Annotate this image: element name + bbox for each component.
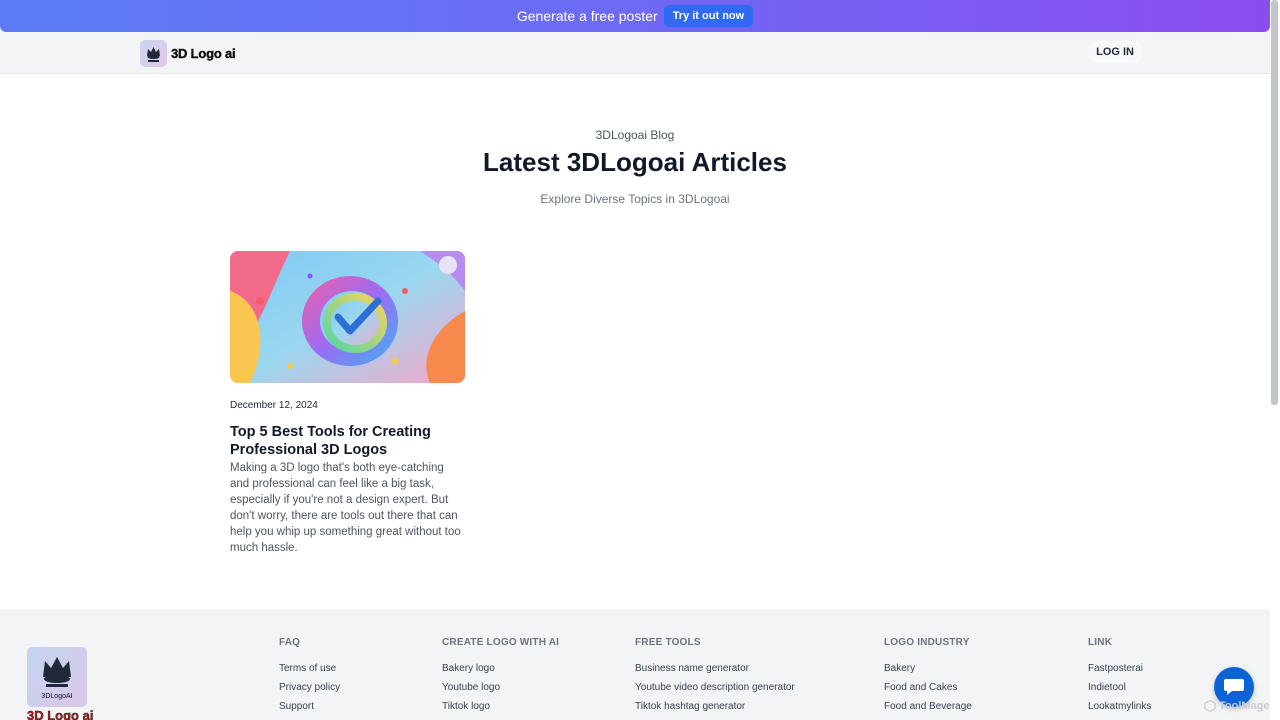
footer-link[interactable]: Bakery logo <box>442 659 559 678</box>
footer-link[interactable]: Support <box>279 697 340 716</box>
blog-kicker: 3DLogoai Blog <box>595 128 675 142</box>
blog-hero: 3DLogoai Blog Latest 3DLogoai Articles E… <box>0 128 1270 206</box>
footer-heading: LINK <box>1088 637 1113 648</box>
brand-link[interactable]: 3D Logo ai <box>140 40 236 67</box>
footer-logo[interactable]: 3DLogoAI <box>27 647 87 707</box>
footer-link[interactable]: Bakery <box>884 659 972 678</box>
page-subtitle: Explore Diverse Topics in 3DLogoai <box>540 192 730 206</box>
watermark: ToolMage <box>1204 700 1270 712</box>
footer-link[interactable]: Privacy policy <box>279 678 340 697</box>
footer-link[interactable]: Terms of use <box>279 659 340 678</box>
site-footer: 3DLogoAI 3D Logo ai FAQ Terms of use Pri… <box>0 609 1270 720</box>
footer-link[interactable]: Fastposterai <box>1088 659 1151 678</box>
footer-column-logo-industry: LOGO INDUSTRY Bakery Food and Cakes Food… <box>884 637 972 716</box>
promo-text: Generate a free poster <box>516 8 658 24</box>
article-thumbnail[interactable] <box>230 251 465 383</box>
footer-link[interactable]: Business name generator <box>635 659 795 678</box>
article-date: December 12, 2024 <box>230 400 318 411</box>
page-title: Latest 3DLogoai Articles <box>483 147 787 177</box>
footer-heading: FREE TOOLS <box>635 637 701 648</box>
footer-heading: LOGO INDUSTRY <box>884 637 970 648</box>
chat-icon <box>1224 679 1244 695</box>
brand-name: 3D Logo ai <box>171 46 236 61</box>
footer-link[interactable]: Lookatmylinks <box>1088 697 1151 716</box>
footer-column-free-tools: FREE TOOLS Business name generator Youtu… <box>635 637 795 716</box>
watermark-text: ToolMage <box>1219 700 1270 712</box>
footer-heading: FAQ <box>279 637 301 648</box>
footer-heading: CREATE LOGO WITH AI <box>442 637 560 648</box>
article-excerpt: Making a 3D logo that's both eye-catchin… <box>230 462 461 554</box>
footer-brand-name: 3D Logo ai <box>27 708 94 720</box>
crown-logo-icon <box>140 40 167 67</box>
footer-link[interactable]: Food and Cakes <box>884 678 972 697</box>
article-title[interactable]: Top 5 Best Tools for Creating Profession… <box>230 423 465 459</box>
try-it-out-button[interactable]: Try it out now <box>663 5 754 27</box>
page-scrollbar[interactable] <box>1271 0 1278 405</box>
promo-banner: Generate a free poster Try it out now <box>0 0 1270 32</box>
footer-link[interactable]: Youtube video description generator <box>635 678 795 697</box>
footer-link[interactable]: Tiktok hashtag generator <box>635 697 795 716</box>
footer-column-link: LINK Fastposterai Indietool Lookatmylink… <box>1088 637 1151 716</box>
footer-column-faq: FAQ Terms of use Privacy policy Support <box>279 637 340 716</box>
footer-link[interactable]: Food and Beverage <box>884 697 972 716</box>
footer-column-create-logo: CREATE LOGO WITH AI Bakery logo Youtube … <box>442 637 559 716</box>
footer-link[interactable]: Youtube logo <box>442 678 559 697</box>
footer-logo-text: 3DLogoAI <box>41 693 73 700</box>
watermark-logo-icon <box>1204 700 1216 712</box>
login-button[interactable]: LOG IN <box>1088 41 1142 63</box>
footer-link[interactable]: Tiktok logo <box>442 697 559 716</box>
footer-link[interactable]: Indietool <box>1088 678 1151 697</box>
article-card[interactable]: December 12, 2024 Top 5 Best Tools for C… <box>230 251 465 556</box>
top-navbar: 3D Logo ai LOG IN <box>0 32 1270 74</box>
